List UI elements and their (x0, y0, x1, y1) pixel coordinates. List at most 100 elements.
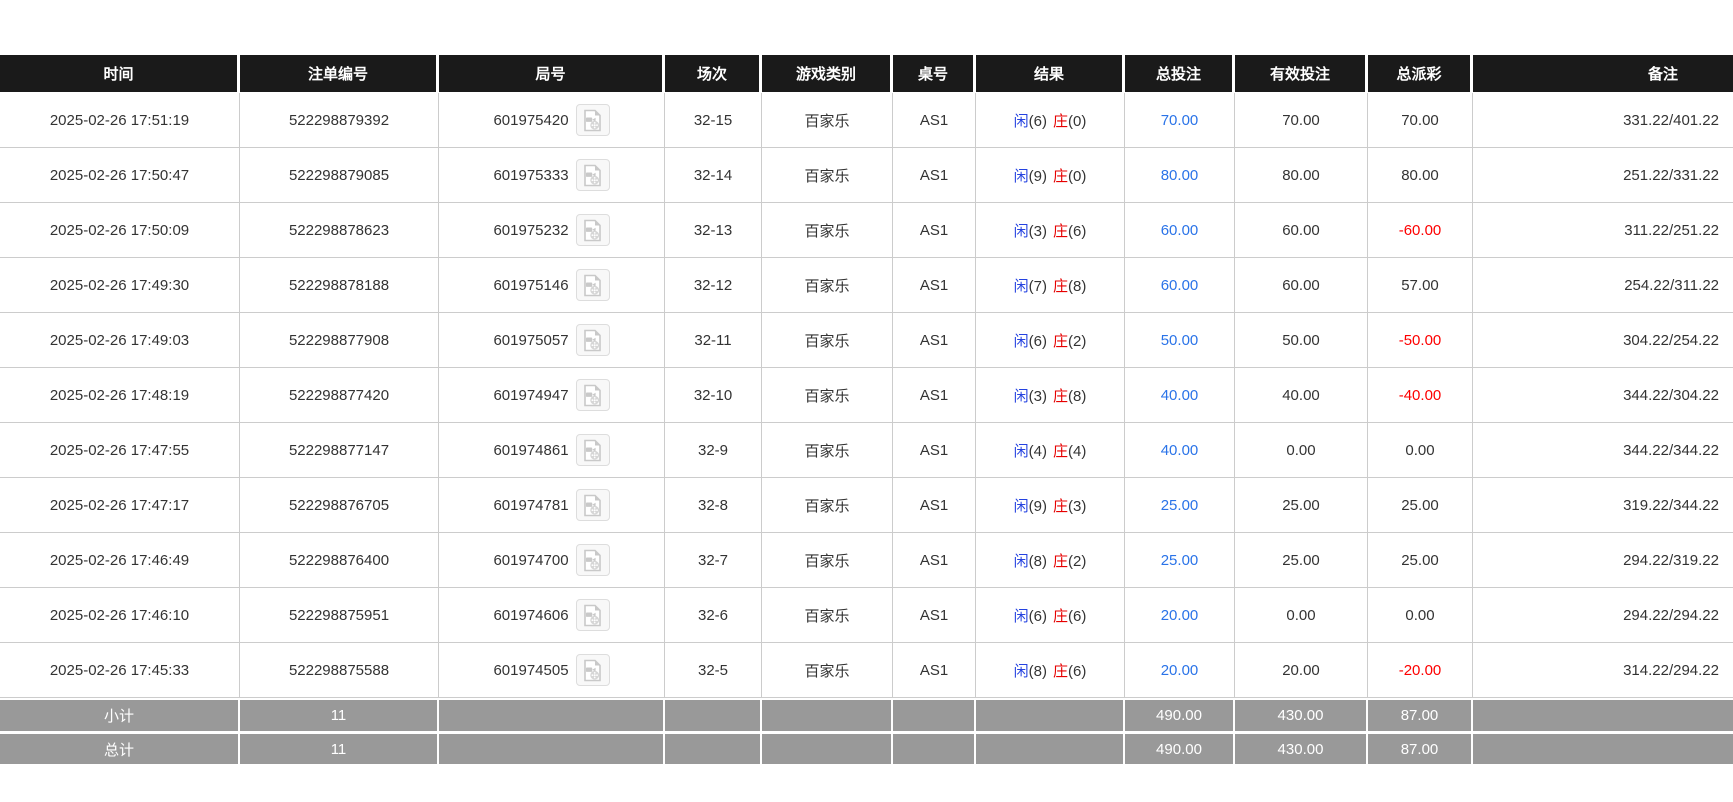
video-replay-button[interactable] (576, 324, 610, 356)
time-cell: 2025-02-26 17:46:49 (0, 533, 240, 588)
game-type-cell: 百家乐 (762, 313, 893, 368)
subtotal-valid-bet: 430.00 (1235, 698, 1368, 731)
result-cell: 闲(8)庄(2) (976, 533, 1125, 588)
table-no-cell: AS1 (893, 258, 976, 313)
video-replay-button[interactable] (576, 654, 610, 686)
time-cell: 2025-02-26 17:50:47 (0, 148, 240, 203)
banker-result-score: (2) (1068, 333, 1086, 350)
total-row: 总计 11 490.00 430.00 87.00 (0, 731, 1733, 764)
table-row: 2025-02-26 17:46:49522298876400601974700… (0, 533, 1733, 588)
video-replay-button[interactable] (576, 214, 610, 246)
total-bet-cell: 20.00 (1125, 643, 1235, 698)
total-label: 总计 (0, 731, 240, 764)
video-replay-icon (582, 329, 603, 352)
col-header-result: 结果 (976, 55, 1125, 93)
player-result-score: (8) (1029, 553, 1047, 570)
banker-result-score: (8) (1068, 278, 1086, 295)
subtotal-session-cell (665, 698, 762, 731)
total-bet-link[interactable]: 60.00 (1161, 277, 1199, 294)
round-cell: 601974947 (439, 368, 665, 423)
round-number: 601975232 (493, 222, 568, 239)
total-payout-cell: 70.00 (1368, 93, 1473, 148)
total-bet-link[interactable]: 80.00 (1161, 167, 1199, 184)
total-bet-link[interactable]: 60.00 (1161, 222, 1199, 239)
subtotal-result-cell (976, 698, 1125, 731)
bet-id-cell: 522298879085 (240, 148, 439, 203)
video-replay-button[interactable] (576, 379, 610, 411)
total-bet-link[interactable]: 25.00 (1161, 552, 1199, 569)
player-result-score: (3) (1029, 223, 1047, 240)
total-bet-link[interactable]: 20.00 (1161, 607, 1199, 624)
player-result-label: 闲 (1014, 663, 1029, 680)
video-replay-button[interactable] (576, 544, 610, 576)
result-cell: 闲(9)庄(0) (976, 148, 1125, 203)
player-result-label: 闲 (1014, 168, 1029, 185)
valid-bet-cell: 70.00 (1235, 93, 1368, 148)
col-header-total-payout: 总派彩 (1368, 55, 1473, 93)
video-replay-button[interactable] (576, 159, 610, 191)
remark-cell: 344.22/344.22 (1473, 423, 1733, 478)
video-replay-button[interactable] (576, 104, 610, 136)
video-replay-icon (582, 659, 603, 682)
result-cell: 闲(9)庄(3) (976, 478, 1125, 533)
subtotal-count: 11 (240, 698, 439, 731)
total-bet-cell: 40.00 (1125, 423, 1235, 478)
time-cell: 2025-02-26 17:47:17 (0, 478, 240, 533)
video-replay-button[interactable] (576, 434, 610, 466)
total-payout-cell: 80.00 (1368, 148, 1473, 203)
total-bet-cell: 20.00 (1125, 588, 1235, 643)
player-result-score: (8) (1029, 663, 1047, 680)
player-result-score: (6) (1029, 113, 1047, 130)
col-header-remark: 备注 (1473, 55, 1733, 93)
total-bet-cell: 60.00 (1125, 258, 1235, 313)
valid-bet-cell: 80.00 (1235, 148, 1368, 203)
round-cell: 601975057 (439, 313, 665, 368)
game-type-cell: 百家乐 (762, 478, 893, 533)
time-cell: 2025-02-26 17:48:19 (0, 368, 240, 423)
video-replay-button[interactable] (576, 599, 610, 631)
time-cell: 2025-02-26 17:50:09 (0, 203, 240, 258)
player-result-score: (3) (1029, 388, 1047, 405)
banker-result-label: 庄 (1053, 608, 1068, 625)
result-cell: 闲(4)庄(4) (976, 423, 1125, 478)
total-bet-link[interactable]: 70.00 (1161, 112, 1199, 129)
time-cell: 2025-02-26 17:49:03 (0, 313, 240, 368)
round-cell: 601975146 (439, 258, 665, 313)
total-table-no-cell (893, 731, 976, 764)
total-bet-link[interactable]: 20.00 (1161, 662, 1199, 679)
result-cell: 闲(3)庄(6) (976, 203, 1125, 258)
game-type-cell: 百家乐 (762, 423, 893, 478)
banker-result-label: 庄 (1053, 333, 1068, 350)
player-result-score: (6) (1029, 333, 1047, 350)
table-row: 2025-02-26 17:49:30522298878188601975146… (0, 258, 1733, 313)
table-row: 2025-02-26 17:47:55522298877147601974861… (0, 423, 1733, 478)
video-replay-button[interactable] (576, 269, 610, 301)
video-replay-button[interactable] (576, 489, 610, 521)
table-no-cell: AS1 (893, 93, 976, 148)
player-result-score: (9) (1029, 168, 1047, 185)
total-remark-cell (1473, 731, 1733, 764)
total-bet-link[interactable]: 40.00 (1161, 387, 1199, 404)
total-bet-link[interactable]: 25.00 (1161, 497, 1199, 514)
round-number: 601974947 (493, 387, 568, 404)
player-result-label: 闲 (1014, 388, 1029, 405)
banker-result-score: (2) (1068, 553, 1086, 570)
total-result-cell (976, 731, 1125, 764)
round-number: 601975057 (493, 332, 568, 349)
bet-id-cell: 522298876400 (240, 533, 439, 588)
subtotal-row: 小计 11 490.00 430.00 87.00 (0, 698, 1733, 731)
game-type-cell: 百家乐 (762, 203, 893, 258)
video-replay-icon (582, 494, 603, 517)
table-row: 2025-02-26 17:51:19522298879392601975420… (0, 93, 1733, 148)
player-result-score: (7) (1029, 278, 1047, 295)
session-cell: 32-9 (665, 423, 762, 478)
total-bet-link[interactable]: 50.00 (1161, 332, 1199, 349)
player-result-label: 闲 (1014, 223, 1029, 240)
video-replay-icon (582, 109, 603, 132)
total-bet-link[interactable]: 40.00 (1161, 442, 1199, 459)
banker-result-label: 庄 (1053, 663, 1068, 680)
bet-id-cell: 522298877908 (240, 313, 439, 368)
banker-result-score: (0) (1068, 168, 1086, 185)
remark-cell: 254.22/311.22 (1473, 258, 1733, 313)
bet-id-cell: 522298877420 (240, 368, 439, 423)
